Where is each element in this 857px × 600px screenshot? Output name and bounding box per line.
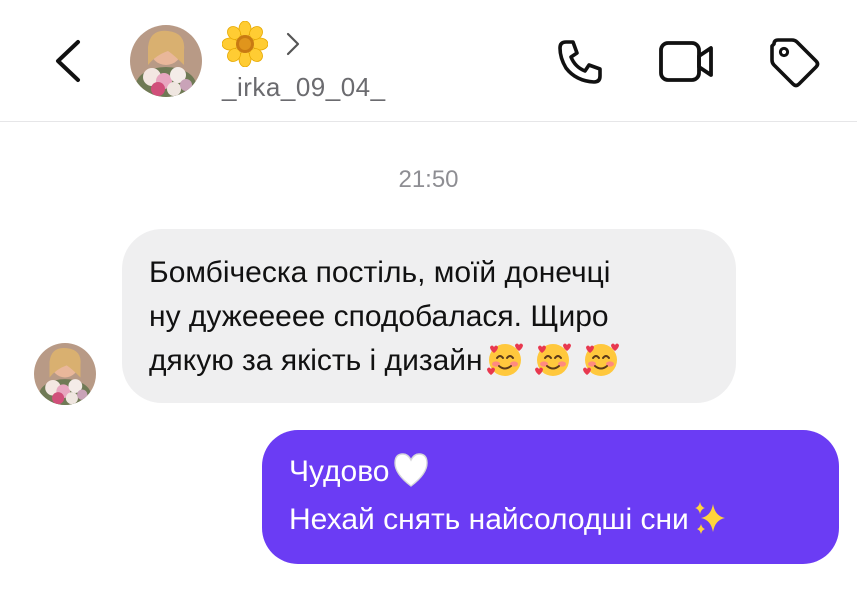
message-line: Бомбіческа постіль, моїй донечці: [149, 256, 611, 289]
message-line: ну дужеееее сподобалася. Щиро: [149, 300, 609, 333]
message-line-last: дякую за якість і дизайн: [149, 339, 710, 383]
video-call-button[interactable]: [657, 34, 713, 90]
contact-avatar[interactable]: [130, 25, 202, 97]
smiling-face-with-hearts-icon: [582, 343, 619, 376]
chevron-right-icon[interactable]: [283, 30, 303, 58]
avatar-photo: [34, 343, 96, 405]
white-heart-icon: [394, 453, 429, 487]
audio-call-button[interactable]: [552, 34, 608, 90]
chevron-left-icon: [56, 40, 80, 82]
flower-emoji-icon: [221, 20, 269, 68]
message-line-text: Нехай снять найсолодші сни: [289, 503, 689, 536]
tag-button[interactable]: [766, 34, 822, 90]
sender-avatar[interactable]: [34, 343, 96, 405]
chat-screen: _irka_09_04_ 21:50 Бомбіческа постіль, м…: [0, 0, 857, 600]
contact-username[interactable]: _irka_09_04_: [222, 72, 386, 103]
message-line-text: Чудово: [289, 455, 390, 488]
chat-header: _irka_09_04_: [0, 0, 857, 122]
back-button[interactable]: [46, 36, 96, 86]
avatar-photo: [130, 25, 202, 97]
smiling-face-with-hearts-icon: [534, 343, 571, 376]
message-line: Чудово: [289, 448, 813, 496]
sparkles-icon: [694, 502, 725, 534]
message-timestamp: 21:50: [398, 166, 459, 193]
message-line: Нехай снять найсолодші сни: [289, 496, 813, 544]
video-camera-icon: [659, 41, 713, 82]
tag-icon: [770, 38, 820, 88]
message-line-text: дякую за якість і дизайн: [149, 344, 483, 377]
smiling-face-with-hearts-icon: [486, 343, 523, 376]
outgoing-message-bubble[interactable]: Чудово Нехай снять найсолодші сни: [262, 430, 839, 564]
incoming-message-bubble[interactable]: Бомбіческа постіль, моїй донечці ну дуже…: [122, 229, 736, 403]
phone-icon: [558, 40, 602, 84]
